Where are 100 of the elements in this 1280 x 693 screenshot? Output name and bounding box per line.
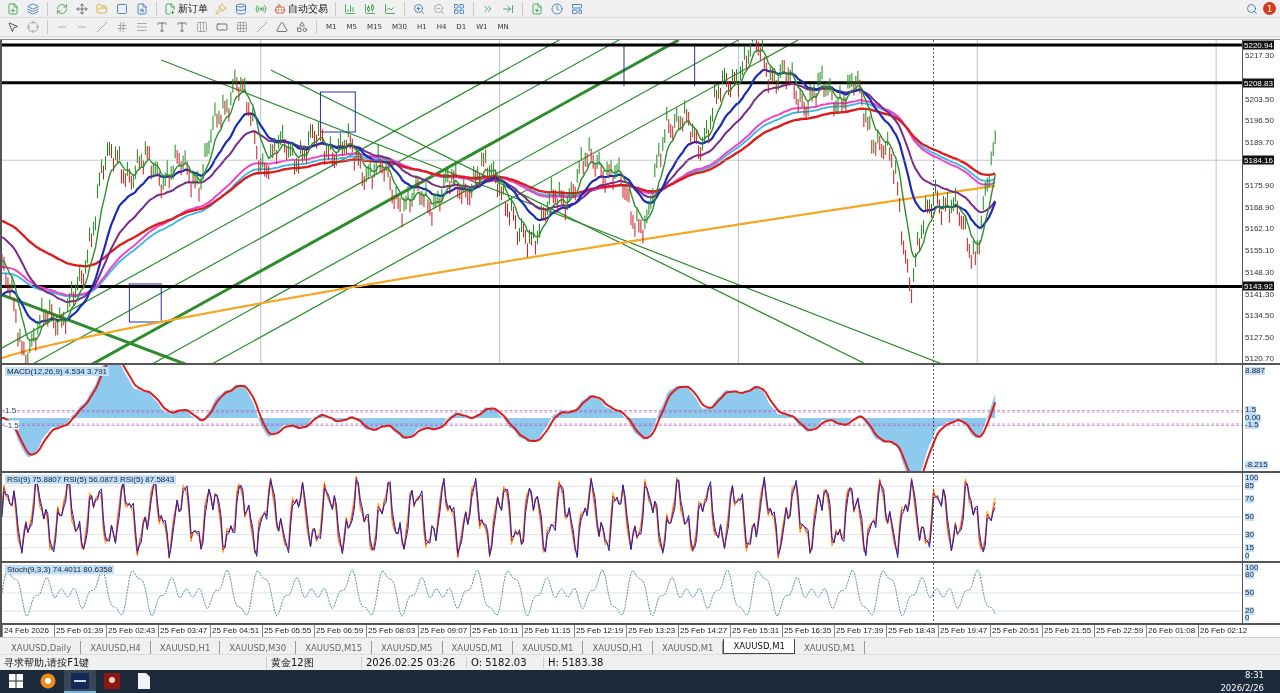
vertical-marker-line <box>694 45 696 87</box>
time-label: 25 Feb 02:43 <box>106 624 158 637</box>
time-label: 25 Feb 01:39 <box>54 624 106 637</box>
price-label: 5196.50 <box>1245 117 1274 126</box>
stochastic-axis-label: 20 <box>1245 606 1254 615</box>
rsi-axis-label: 30 <box>1245 530 1254 539</box>
rsi-axis-label: 100 <box>1245 473 1259 482</box>
taskbar-app[interactable] <box>64 670 96 693</box>
cursor-icon <box>7 21 19 34</box>
macd-axis-label: -8.215 <box>1245 460 1268 469</box>
time-label: 25 Feb 13:23 <box>626 624 678 637</box>
high-price: H: 5183.38 <box>543 657 624 669</box>
auto-trading-button[interactable]: 自动交易 <box>272 0 330 17</box>
tile-windows-icon <box>453 2 465 15</box>
macd-axis-label: -1.5 <box>1245 421 1259 430</box>
macd-axis-label: 1.5 <box>1245 406 1257 415</box>
chart-tab[interactable]: XAUUSD,M1 <box>513 641 584 655</box>
app-icon <box>71 672 89 689</box>
chart-tab[interactable]: XAUUSD,M1 <box>794 641 866 655</box>
price-marker: 5220.94 <box>1243 40 1274 50</box>
robot-icon <box>274 2 286 15</box>
profiles-icon <box>27 2 39 15</box>
new-order-button[interactable]: 新订单 <box>162 0 210 17</box>
time-label: 25 Feb 06:59 <box>314 624 366 637</box>
rsi-title: RSI(9) 75.8807 RSI(5) 56.0873 RSI(5) 87.5843 <box>5 474 177 484</box>
chart-tab[interactable]: XAUUSD,Daily <box>2 641 82 655</box>
profile-name: 黄金12图 <box>266 655 361 670</box>
gavel-icon <box>215 2 227 15</box>
line-chart-icon <box>384 2 396 15</box>
chart-tab[interactable]: XAUUSD,M15 <box>296 641 373 655</box>
time-label: 25 Feb 18:43 <box>886 624 938 637</box>
macd-axis-label: 0.00 <box>1245 413 1261 422</box>
bar-datetime: 2026.02.25 03:26 <box>361 657 466 669</box>
time-label: 25 Feb 12:19 <box>574 624 626 637</box>
macd-title: MACD(12,26,9) 4.534 3.791 <box>5 366 110 376</box>
macd-axis-label: 8.887 <box>1245 366 1266 375</box>
price-label: 5217.30 <box>1245 52 1274 61</box>
shapes-icon <box>296 21 308 34</box>
time-label: 25 Feb 09:07 <box>418 624 470 637</box>
chart-tab[interactable]: XAUUSD,H1 <box>583 641 653 655</box>
time-label: 25 Feb 05:55 <box>262 624 314 637</box>
time-label: 25 Feb 10:11 <box>470 624 522 637</box>
database-icon <box>235 2 247 15</box>
text-icon <box>156 21 168 34</box>
chart-tab[interactable]: XAUUSD,M5 <box>372 641 443 655</box>
price-label: 5141.30 <box>1245 290 1274 299</box>
zoom-in-icon <box>413 2 425 15</box>
time-label: 25 Feb 04:51 <box>210 624 262 637</box>
time-label: 25 Feb 15:31 <box>730 624 782 637</box>
rsi-axis-label: 0 <box>1245 551 1250 560</box>
time-label: 25 Feb 20:51 <box>990 624 1042 637</box>
chart-tab[interactable]: XAUUSD,H1 <box>150 641 221 655</box>
price-label: 5155.10 <box>1245 247 1274 256</box>
price-label: 5120.70 <box>1245 355 1274 364</box>
rsi-axis-label: 85 <box>1245 482 1254 491</box>
stochastic-axis-label: 50 <box>1245 588 1254 597</box>
document-plus-icon <box>164 2 176 15</box>
crosshair-icon <box>27 21 39 34</box>
stochastic-axis-label: 100 <box>1245 563 1259 572</box>
chart-tab[interactable]: XAUUSD,M1 <box>723 639 795 655</box>
rsi-axis-label: 15 <box>1245 543 1254 552</box>
open-price: O: 5182.03 <box>466 657 543 669</box>
price-label: 5203.50 <box>1245 95 1274 104</box>
time-label: 25 Feb 17:39 <box>834 624 886 637</box>
stochastic-title: Stoch(9,3,3) 74.4011 80.6358 <box>5 564 115 574</box>
trendline-icon <box>96 21 108 34</box>
periods-button[interactable] <box>548 0 566 17</box>
time-label: 26 Feb 02:12 <box>1198 624 1250 637</box>
price-marker: 5184.16 <box>1243 155 1274 165</box>
rectangle-drawing <box>128 283 162 323</box>
zoom-out-icon <box>433 2 445 15</box>
time-label: 26 Feb 01:08 <box>1146 624 1198 637</box>
price-label: 5189.70 <box>1245 138 1274 147</box>
clock-time: 8:31 <box>1244 670 1264 680</box>
price-label: 5134.50 <box>1245 311 1274 320</box>
price-label: 5127.50 <box>1245 333 1274 342</box>
rectangle-drawing <box>319 91 356 133</box>
level-label: 1.5 <box>5 405 17 415</box>
rsi-axis-label: 70 <box>1245 495 1254 504</box>
price-label: 5168.90 <box>1245 204 1274 212</box>
stochastic-axis-label: 0 <box>1245 613 1250 622</box>
price-label: 5162.10 <box>1245 225 1274 234</box>
time-label: 25 Feb 08:03 <box>366 624 418 637</box>
help-text: 寻求帮助,请按F1键 <box>3 655 91 670</box>
bar-chart-icon <box>344 2 356 15</box>
price-label: 5175.90 <box>1245 182 1274 191</box>
chart-tab[interactable]: XAUUSD,M1 <box>442 641 513 655</box>
app-icon <box>104 672 120 689</box>
grid-icon <box>236 21 248 34</box>
time-label: 25 Feb 16:35 <box>782 624 834 637</box>
candlestick-icon <box>364 2 376 15</box>
time-label: 25 Feb 21:55 <box>1042 624 1094 637</box>
crosshair-button[interactable] <box>24 19 42 36</box>
chart-tab[interactable]: XAUUSD,H4 <box>81 641 151 655</box>
stochastic-axis-label: 80 <box>1245 570 1254 579</box>
profiles-button[interactable] <box>24 0 42 17</box>
notification-badge[interactable]: 1 <box>1263 2 1276 16</box>
time-label: 25 Feb 14:27 <box>678 624 730 637</box>
search-icon <box>1246 2 1258 15</box>
chart-tab[interactable]: XAUUSD,M30 <box>220 641 297 655</box>
